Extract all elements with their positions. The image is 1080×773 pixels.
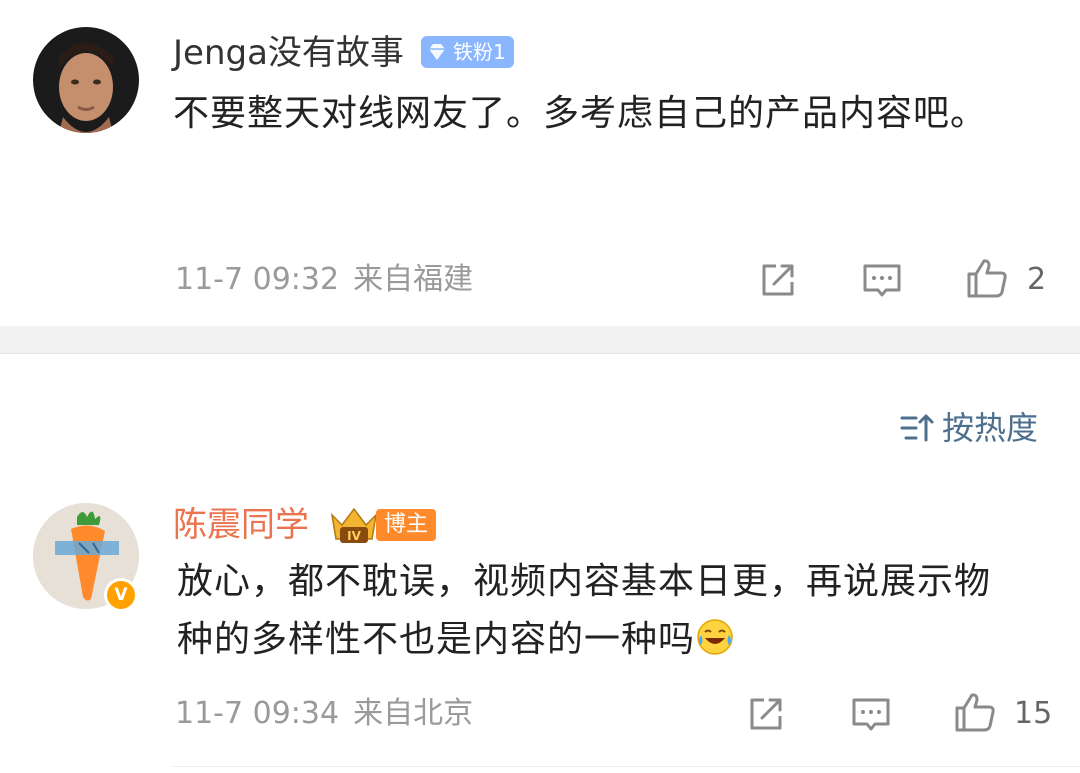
like-button[interactable] — [953, 690, 997, 734]
blogger-tag: 博主 — [376, 509, 437, 541]
repost-icon — [750, 698, 782, 730]
thumbs-up-icon — [955, 693, 995, 732]
reply-button[interactable] — [849, 692, 893, 736]
username[interactable]: 陈震同学 — [173, 503, 309, 547]
like-count: 15 — [1014, 696, 1053, 731]
list-divider — [173, 766, 1080, 767]
repost-button[interactable] — [744, 692, 788, 736]
comment-text: 放心，都不耽误，视频内容基本日更，再说展示物种的多样性不也是内容的一种吗 — [177, 553, 1017, 669]
verified-badge: V — [104, 578, 138, 612]
laugh-cry-emoji-icon — [697, 619, 733, 655]
comment-meta: 11-7 09:34 来自北京 — [175, 694, 473, 734]
svg-text:IV: IV — [347, 529, 361, 543]
comment-location: 来自北京 — [353, 696, 474, 731]
comment-text-content: 放心，都不耽误，视频内容基本日更，再说展示物种的多样性不也是内容的一种吗 — [177, 561, 992, 660]
comment-item: V 陈震同学 IV 博主 放心，都不耽误，视频内容基本日更，再说展示物种的多样性… — [0, 0, 1080, 773]
comment-icon — [852, 698, 890, 731]
crown-level-icon: IV — [330, 507, 378, 543]
comment-time: 11-7 09:34 — [175, 696, 340, 731]
blogger-badge[interactable]: IV 博主 — [328, 503, 437, 547]
